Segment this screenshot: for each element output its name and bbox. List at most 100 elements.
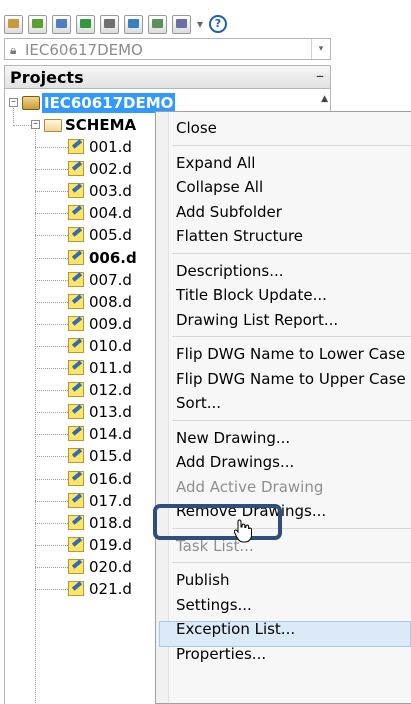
toolbar-dropdown-icon[interactable]: ▾ — [196, 17, 204, 31]
collapse-icon[interactable]: – — [31, 119, 40, 129]
menu-item-exception-list[interactable]: Exception List... — [176, 617, 295, 641]
tree-guide-line — [35, 147, 68, 148]
drawing-file-icon — [68, 316, 85, 332]
drawing-name: 006.d — [89, 249, 137, 267]
drawing-file-icon — [68, 493, 85, 509]
drawing-file-icon — [68, 404, 85, 420]
drawing-name: 015.d — [89, 447, 132, 465]
drawing-name: 001.d — [89, 138, 132, 156]
tree-guide-line — [35, 346, 68, 347]
drawing-file-icon — [68, 581, 85, 597]
menu-item-drawing-list-report[interactable]: Drawing List Report... — [176, 308, 338, 332]
tree-guide-line — [35, 213, 68, 214]
menu-gutter — [156, 112, 169, 703]
tree-guide-line — [35, 324, 68, 325]
tree-guide-line — [35, 523, 68, 524]
open-project-glyph — [8, 18, 19, 28]
drawing-name: 009.d — [89, 315, 132, 333]
new-project-icon[interactable] — [28, 14, 47, 34]
folder-icon — [44, 119, 62, 132]
menu-item-descriptions[interactable]: Descriptions... — [176, 259, 284, 283]
tree-guide-line — [35, 545, 68, 546]
drawing-file-icon — [68, 183, 85, 199]
new-drawing-icon[interactable] — [52, 14, 71, 34]
project-properties-glyph — [152, 18, 163, 28]
menu-item-flip-dwg-name-to-upper-case[interactable]: Flip DWG Name to Upper Case — [176, 367, 406, 391]
menu-item-flip-dwg-name-to-lower-case[interactable]: Flip DWG Name to Lower Case — [176, 342, 405, 366]
tree-guide-line — [13, 125, 31, 126]
project-selector-value: IEC60617DEMO — [25, 41, 143, 59]
minimize-button[interactable]: – — [316, 66, 324, 85]
lock-icon: 🔒︎ — [10, 43, 17, 57]
menu-separator — [172, 419, 411, 421]
next-drawing-icon[interactable] — [124, 14, 143, 34]
drawing-name: 021.d — [89, 580, 132, 598]
menu-item-new-drawing[interactable]: New Drawing... — [176, 426, 290, 450]
drawing-name: 003.d — [89, 182, 132, 200]
drawing-name: 005.d — [89, 226, 132, 244]
project-name: IEC60617DEMO — [42, 93, 176, 113]
menu-item-properties[interactable]: Properties... — [176, 642, 266, 666]
drawing-name: 010.d — [89, 337, 132, 355]
drawing-name: 020.d — [89, 558, 132, 576]
next-drawing-glyph — [128, 18, 139, 28]
tree-guide-line — [35, 191, 68, 192]
tree-guide-line — [35, 368, 68, 369]
collapse-icon[interactable]: – — [9, 97, 18, 107]
menu-separator — [172, 336, 411, 337]
project-properties-icon[interactable] — [148, 14, 167, 34]
menu-item-sort[interactable]: Sort... — [176, 391, 221, 415]
drawing-name: 018.d — [89, 514, 132, 532]
menu-item-title-block-update[interactable]: Title Block Update... — [176, 283, 327, 307]
drawing-file-icon — [68, 471, 85, 487]
menu-item-expand-all[interactable]: Expand All — [176, 151, 255, 175]
menu-item-flatten-structure[interactable]: Flatten Structure — [176, 224, 303, 248]
menu-separator — [172, 252, 411, 254]
tree-guide-line — [35, 235, 68, 236]
drawing-file-icon — [68, 205, 85, 221]
project-icon — [22, 96, 40, 110]
drawing-file-icon — [68, 448, 85, 464]
menu-item-add-active-drawing[interactable]: Add Active Drawing — [176, 475, 323, 499]
menu-item-close[interactable]: Close — [176, 116, 217, 140]
tree-guide-line — [35, 280, 68, 281]
panel-title: Projects — [10, 68, 84, 87]
drawing-name: 014.d — [89, 425, 132, 443]
menu-item-settings[interactable]: Settings... — [176, 593, 252, 617]
drawing-file-icon — [68, 559, 85, 575]
publish-plot-icon[interactable] — [172, 14, 191, 34]
refresh-icon[interactable] — [76, 14, 95, 34]
tree-guide-line — [35, 258, 68, 259]
drawing-file-icon — [68, 294, 85, 310]
drawing-file-icon — [68, 537, 85, 553]
menu-item-collapse-all[interactable]: Collapse All — [176, 175, 263, 199]
tree-guide-line — [35, 412, 68, 413]
open-project-icon[interactable] — [4, 14, 23, 34]
drawing-file-icon — [68, 338, 85, 354]
drawing-name: 011.d — [89, 359, 132, 377]
tree-guide-line — [35, 456, 68, 457]
help-icon[interactable]: ? — [209, 15, 227, 33]
chevron-down-icon[interactable]: ▾ — [311, 39, 330, 59]
drawing-file-icon — [68, 360, 85, 376]
drawing-file-icon — [68, 426, 85, 442]
drawing-name: 007.d — [89, 271, 132, 289]
drawing-file-icon — [68, 139, 85, 155]
tree-guide-line — [35, 390, 68, 391]
drawing-name: 016.d — [89, 470, 132, 488]
folder-name: SCHEMA — [65, 116, 137, 134]
previous-drawing-glyph — [104, 18, 115, 28]
drawing-name: 012.d — [89, 381, 132, 399]
menu-separator — [172, 144, 411, 146]
tree-guide-line — [35, 169, 68, 170]
project-selector[interactable]: 🔒︎ IEC60617DEMO ▾ — [4, 38, 331, 60]
refresh-glyph — [80, 18, 91, 28]
menu-item-add-drawings[interactable]: Add Drawings... — [176, 450, 294, 474]
menu-item-add-subfolder[interactable]: Add Subfolder — [176, 200, 282, 224]
previous-drawing-icon[interactable] — [100, 14, 119, 34]
menu-separator — [172, 562, 411, 563]
drawing-file-icon — [68, 515, 85, 531]
drawing-file-icon — [68, 250, 85, 266]
callout-highlight-ring — [153, 504, 282, 540]
menu-item-publish[interactable]: Publish — [176, 568, 229, 592]
